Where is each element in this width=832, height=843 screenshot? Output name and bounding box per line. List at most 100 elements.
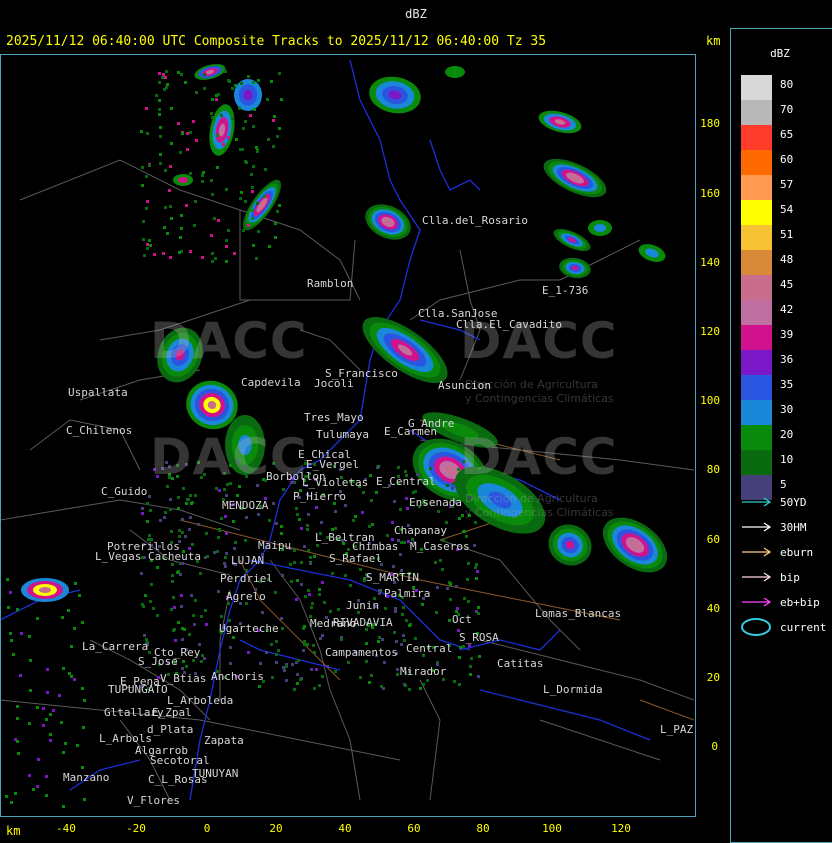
place-label: E_Central xyxy=(376,475,436,488)
legend-swatch xyxy=(741,200,772,225)
legend-level-label: 36 xyxy=(780,353,794,366)
legend-swatch xyxy=(741,250,772,275)
place-label: MENDOZA xyxy=(222,499,269,512)
place-label: Oct xyxy=(452,613,472,626)
legend-swatch xyxy=(741,175,772,200)
place-label: S_MARTIN xyxy=(366,571,419,584)
legend-swatch xyxy=(741,425,772,450)
place-label: LUJAN xyxy=(231,554,265,567)
track-legend-label: bip xyxy=(780,571,800,584)
track-arrow-icon xyxy=(742,522,772,532)
x-axis-tick-label: 80 xyxy=(476,822,490,835)
place-label: Uspallata xyxy=(68,386,128,399)
watermark-brand: DACC xyxy=(150,312,308,370)
place-label: Clla.del_Rosario xyxy=(422,214,528,227)
place-label: C_L_Rosas xyxy=(148,773,208,786)
legend-swatch xyxy=(741,275,772,300)
storm-cell xyxy=(638,244,666,262)
x-axis-tick-label: -20 xyxy=(126,822,146,835)
legend-level-label: 20 xyxy=(780,428,794,441)
place-label: Jocoli xyxy=(314,377,354,390)
place-label: TUPUNGATO xyxy=(108,683,168,696)
x-axis-tick-label: -40 xyxy=(56,822,76,835)
place-label: Asuncion xyxy=(438,379,491,392)
legend-level-label: 80 xyxy=(780,78,794,91)
place-label: Campamentos xyxy=(325,646,398,659)
x-axis-tick-label: 120 xyxy=(611,822,631,835)
storm-cell xyxy=(538,110,582,134)
legend-swatch xyxy=(741,225,772,250)
place-label: Agrelo xyxy=(226,590,266,603)
storm-cell xyxy=(588,220,612,236)
x-axis-tick-label: 20 xyxy=(269,822,283,835)
place-label: Capdevila xyxy=(241,376,301,389)
storm-cell xyxy=(194,64,226,80)
watermark-subtitle: Dirección de Agricultura y Contingencias … xyxy=(465,492,614,519)
track-legend-label: eb+bip xyxy=(780,596,820,609)
y-axis-tick-label: 0 xyxy=(711,740,718,753)
y-axis-tick-label: 40 xyxy=(706,602,720,615)
place-label: Maipu xyxy=(258,539,292,552)
place-label: Mirador xyxy=(400,665,447,678)
legend-swatch xyxy=(741,100,772,125)
legend-level-label: 60 xyxy=(780,153,794,166)
storm-cell xyxy=(209,104,235,156)
x-axis-tick-label: 0 xyxy=(203,822,211,835)
place-label: C_Chilenos xyxy=(66,424,133,437)
y-axis-tick-label: 140 xyxy=(700,256,720,269)
legend-level-label: 42 xyxy=(780,303,794,316)
place-label: Central xyxy=(406,642,453,655)
place-label: d_Plata xyxy=(147,723,194,736)
storm-cell xyxy=(369,76,421,114)
storm-cell xyxy=(21,578,69,602)
y-axis-tick-label: 180 xyxy=(700,117,720,130)
track-arrow-icon xyxy=(742,597,772,607)
place-label: Zapata xyxy=(204,734,244,747)
storm-cell xyxy=(173,174,193,186)
place-label: C_Guido xyxy=(101,485,148,498)
legend-level-label: 39 xyxy=(780,328,794,341)
watermark-brand: DACC xyxy=(460,428,618,486)
storm-cell xyxy=(365,204,411,240)
place-label: E_1-736 xyxy=(542,284,589,297)
storm-cell xyxy=(543,158,607,198)
storm-cell xyxy=(553,228,591,252)
legend-level-label: 30 xyxy=(780,403,794,416)
track-arrow-icon xyxy=(742,572,772,582)
legend-level-label: 57 xyxy=(780,178,794,191)
y-axis-tick-label: 160 xyxy=(700,187,720,200)
place-label: V_Flores xyxy=(127,794,180,807)
x-axis-tick-label: 100 xyxy=(542,822,562,835)
place-label: S_ROSA xyxy=(459,631,499,644)
place-label: Chapanay xyxy=(394,524,447,537)
place-label: Palmira xyxy=(384,587,431,600)
storm-cell xyxy=(445,66,465,78)
place-label: L_Vegas xyxy=(95,550,142,563)
place-label: Anchoris xyxy=(211,670,264,683)
place-label: L_PAZ xyxy=(660,723,694,736)
track-legend-label: 30HM xyxy=(780,521,807,534)
place-label: P_Hierro xyxy=(293,490,346,503)
legend-swatch xyxy=(741,125,772,150)
x-axis-tick-label: 60 xyxy=(407,822,421,835)
legend-swatch xyxy=(741,150,772,175)
legend-level-label: 65 xyxy=(780,128,794,141)
place-label: Ramblon xyxy=(307,277,354,290)
y-axis-tick-label: 60 xyxy=(706,533,720,546)
legend-swatch xyxy=(741,350,772,375)
place-label: L_Dormida xyxy=(543,683,603,696)
place-label: Catitas xyxy=(497,657,544,670)
y-axis-tick-label: 20 xyxy=(706,671,720,684)
legend-swatch xyxy=(741,375,772,400)
place-label: Lomas_Blancas xyxy=(535,607,622,620)
legend-swatch xyxy=(741,75,772,100)
place-label: Cacheuta xyxy=(148,550,201,563)
legend-level-label: 5 xyxy=(780,478,787,491)
place-label: Tres_Mayo xyxy=(304,411,364,424)
y-axis-tick-label: 100 xyxy=(700,394,720,407)
legend-level-label: 35 xyxy=(780,378,794,391)
y-axis-tick-label: 120 xyxy=(700,325,720,338)
place-label: E_Carmen xyxy=(384,425,437,438)
x-axis-tick-label: 40 xyxy=(338,822,352,835)
storm-cell xyxy=(548,524,592,566)
